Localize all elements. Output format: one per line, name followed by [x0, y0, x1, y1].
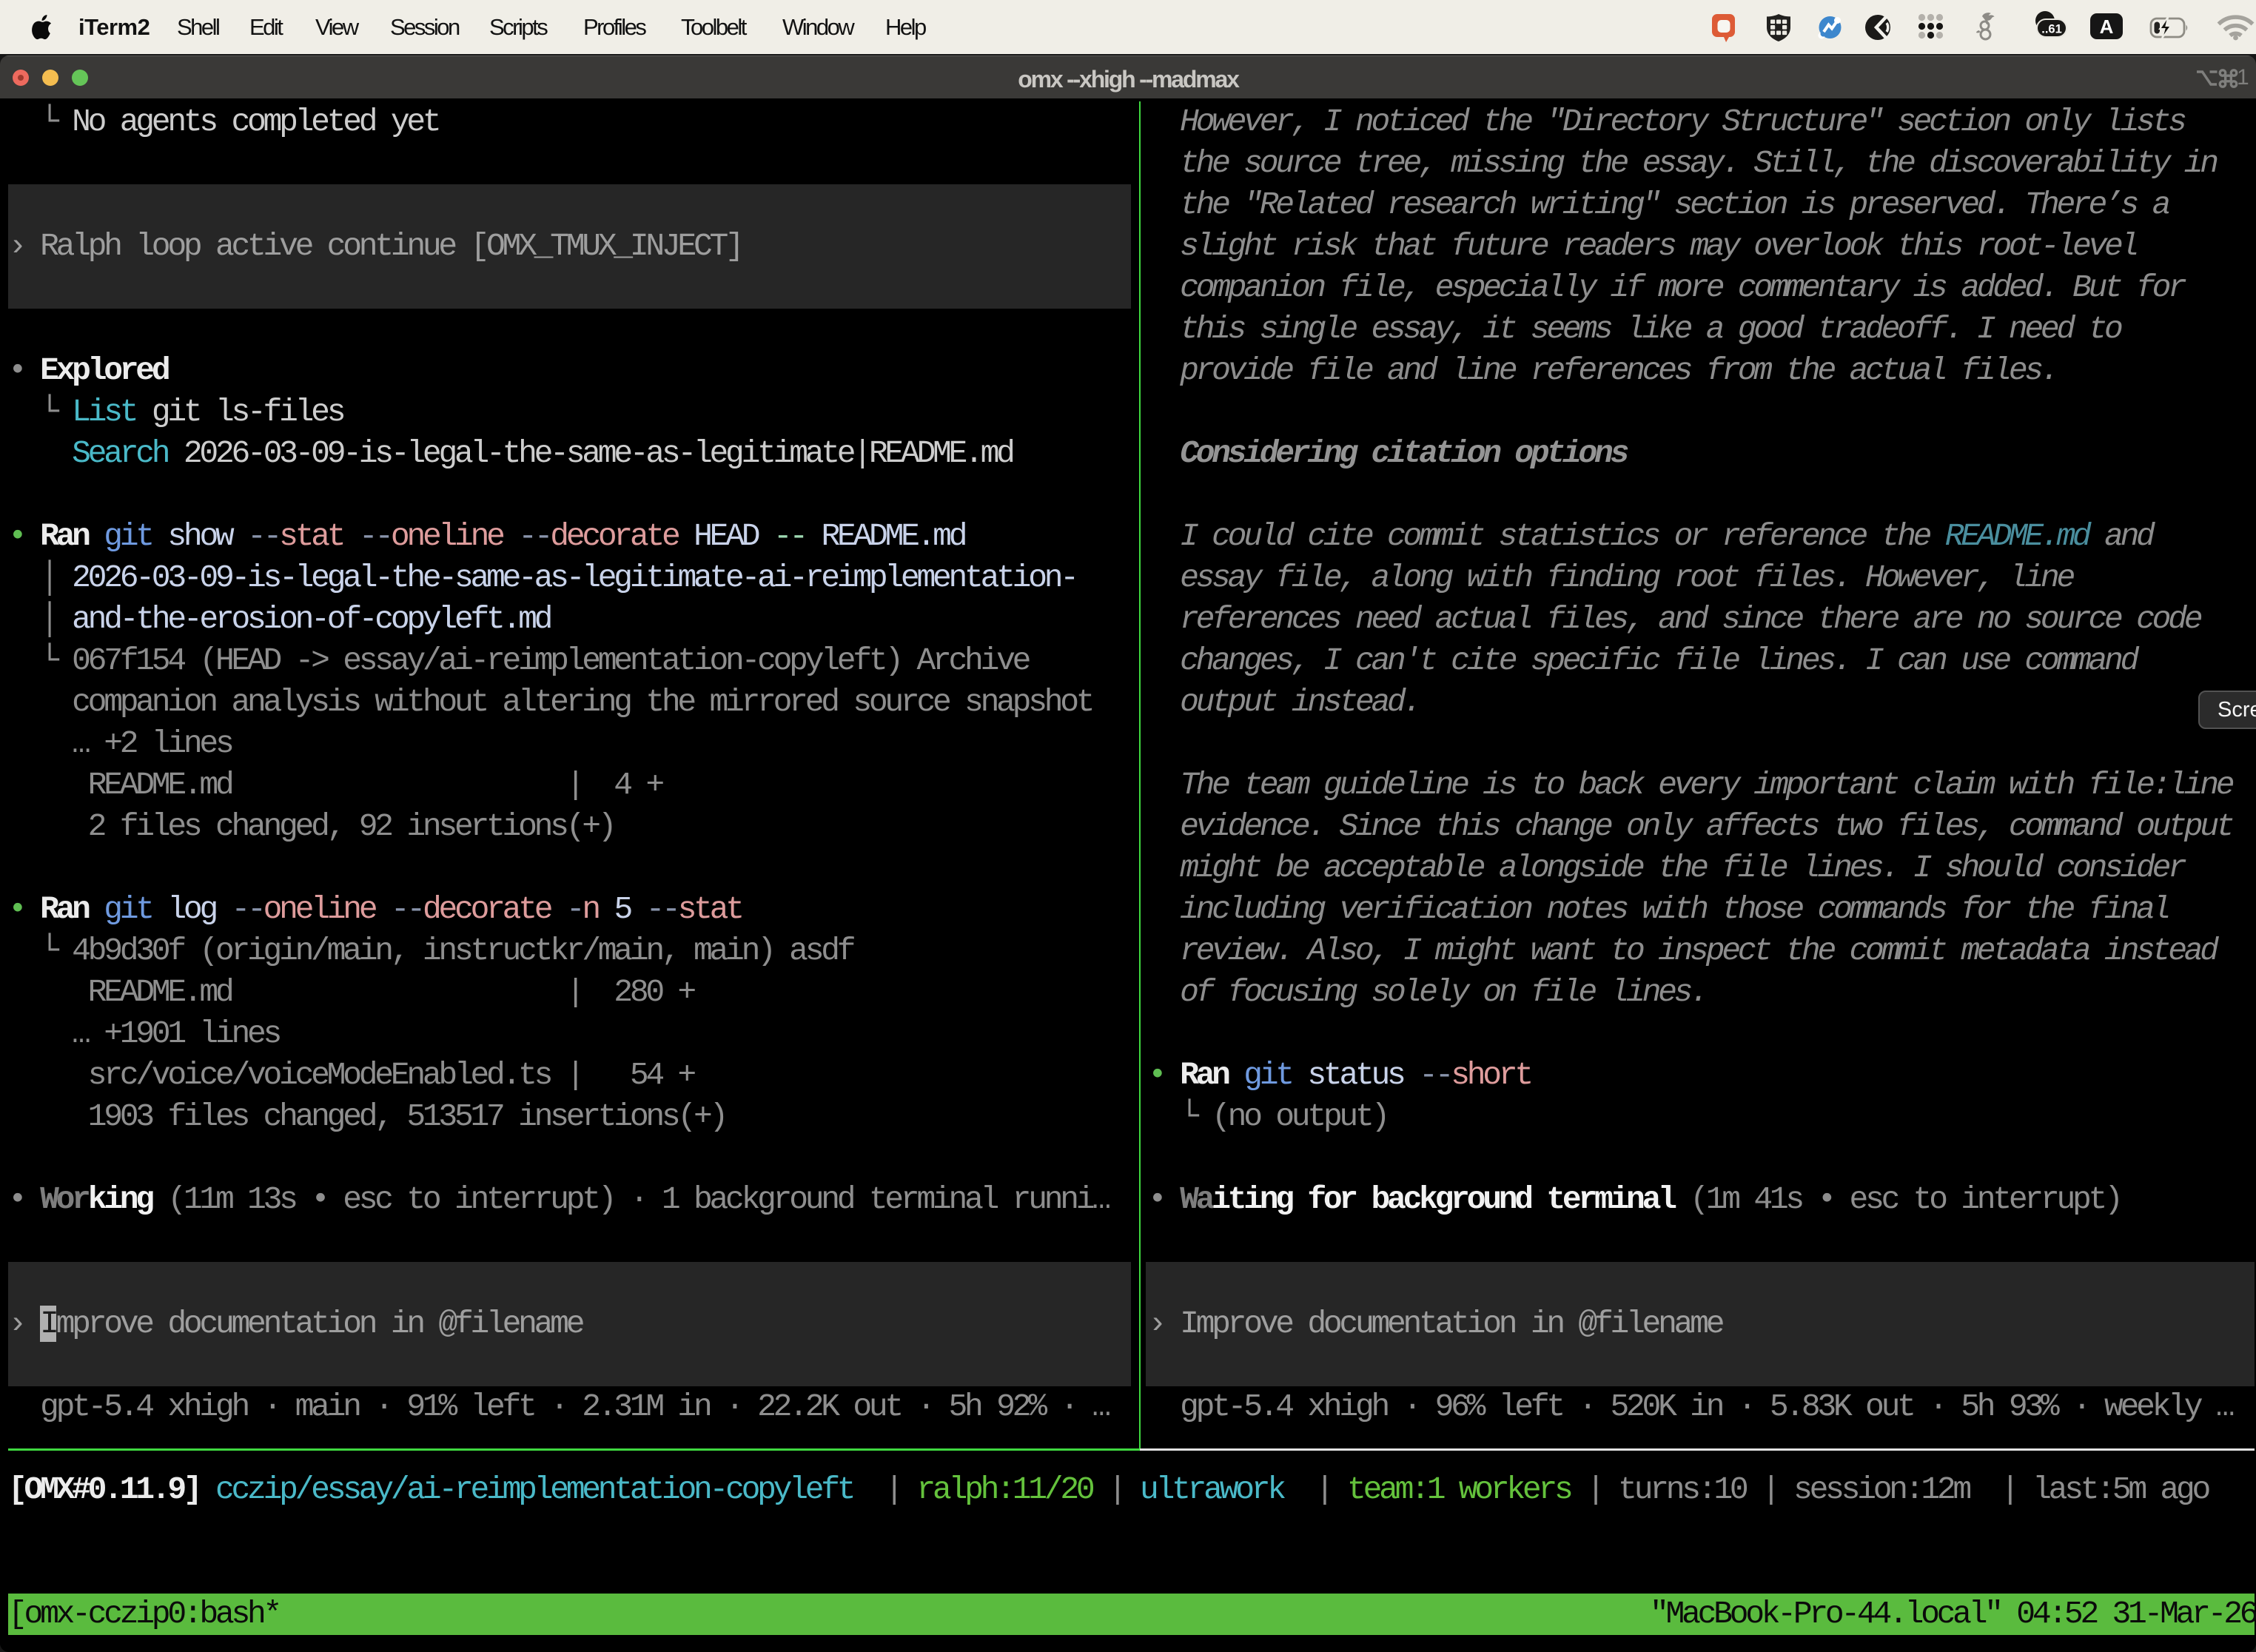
svg-text:..61: ..61 — [2041, 23, 2062, 36]
svg-text:A: A — [2100, 16, 2114, 38]
